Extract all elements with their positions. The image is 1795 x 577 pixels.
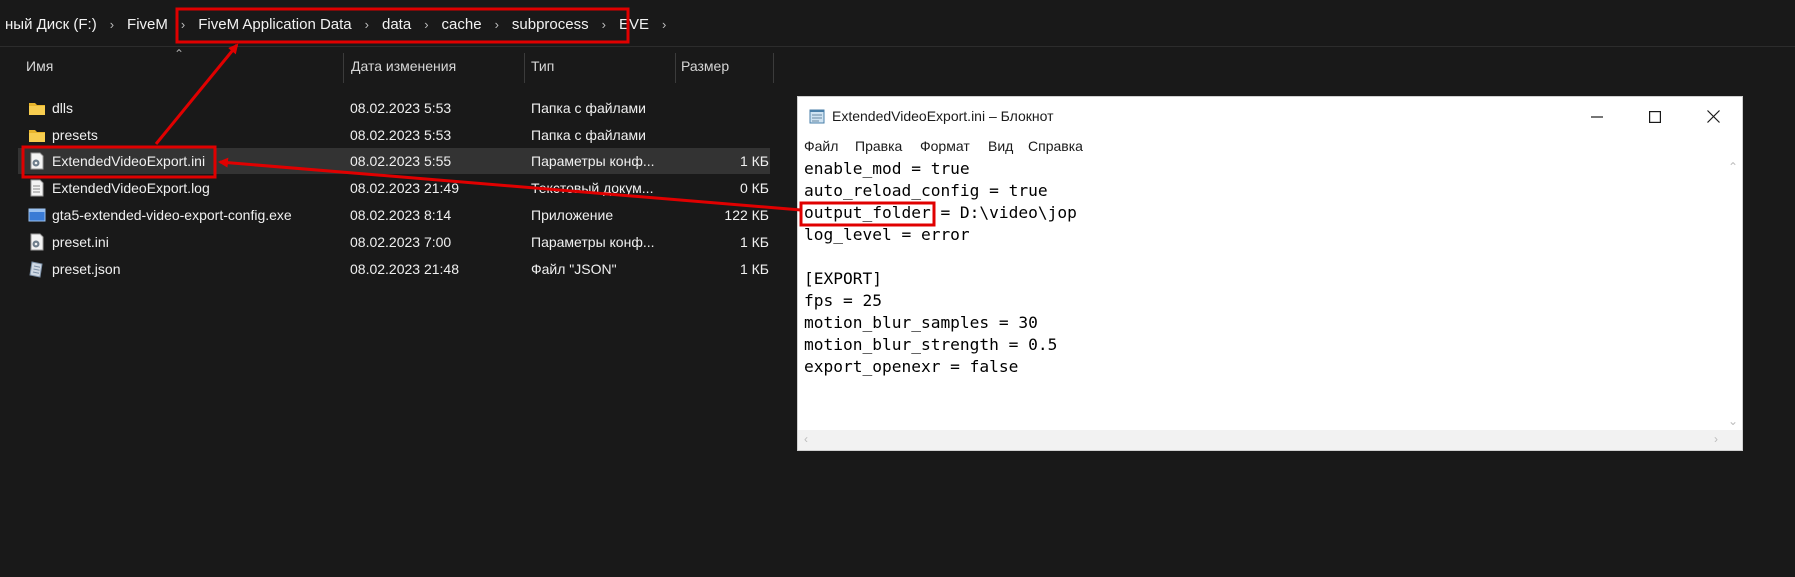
file-row[interactable]: preset.ini 08.02.2023 7:00 Параметры кон… (18, 229, 770, 255)
chevron-right-icon[interactable]: › (416, 17, 436, 32)
file-row[interactable]: gta5-extended-video-export-config.exe 08… (18, 202, 770, 228)
notepad-title: ExtendedVideoExport.ini – Блокнот (832, 108, 1054, 124)
scroll-left-icon[interactable]: ‹ (804, 432, 808, 446)
column-header-type-label: Тип (531, 58, 555, 74)
menu-file[interactable]: Файл (804, 138, 838, 154)
scroll-down-icon[interactable]: ⌄ (1728, 414, 1738, 428)
chevron-right-icon[interactable]: › (357, 17, 377, 32)
breadcrumb-subprocess[interactable]: subprocess (507, 16, 594, 33)
breadcrumb-fivem-application-data[interactable]: FiveM Application Data (193, 16, 356, 33)
file-date: 08.02.2023 5:53 (350, 100, 452, 116)
chevron-right-icon[interactable]: › (102, 17, 122, 32)
file-size: 1 КБ (739, 153, 769, 169)
menu-help[interactable]: Справка (1028, 138, 1083, 154)
file-row[interactable]: ExtendedVideoExport.log 08.02.2023 21:49… (18, 175, 770, 201)
breadcrumb-cache[interactable]: cache (437, 16, 487, 33)
file-name: preset.ini (52, 234, 109, 250)
file-date: 08.02.2023 7:00 (350, 234, 452, 250)
menu-view[interactable]: Вид (988, 138, 1013, 154)
column-header-size[interactable]: Размер (681, 47, 771, 85)
breadcrumb-eve[interactable]: EVE (614, 16, 654, 33)
maximize-icon (1649, 110, 1661, 123)
column-header-name[interactable]: Имя (26, 47, 340, 85)
file-name: gta5-extended-video-export-config.exe (52, 207, 292, 223)
file-row[interactable]: dlls 08.02.2023 5:53 Папка с файлами (18, 95, 770, 121)
column-divider[interactable] (343, 53, 344, 83)
vertical-scrollbar[interactable]: ⌃ ⌄ (1724, 158, 1742, 430)
folder-icon (29, 103, 45, 115)
menu-format[interactable]: Формат (920, 138, 970, 154)
notepad-text-area[interactable]: enable_mod = true auto_reload_config = t… (804, 158, 1719, 428)
column-header-size-label: Размер (681, 58, 730, 74)
chevron-right-icon[interactable]: › (487, 17, 507, 32)
file-row-selected[interactable]: ExtendedVideoExport.ini 08.02.2023 5:55 … (18, 148, 770, 174)
horizontal-scrollbar[interactable]: ‹ › (798, 430, 1742, 450)
scroll-right-icon[interactable]: › (1714, 432, 1718, 446)
breadcrumb-drive[interactable]: ный Диск (F:) (0, 16, 102, 33)
column-header-date[interactable]: Дата изменения (351, 47, 526, 85)
file-row[interactable]: presets 08.02.2023 5:53 Папка с файлами (18, 122, 770, 148)
file-type: Папка с файлами (531, 100, 646, 116)
file-type: Файл "JSON" (531, 261, 617, 277)
file-list: ⌃ Имя Дата изменения Тип Размер dlls 08.… (0, 47, 780, 577)
scroll-up-icon[interactable]: ⌃ (1728, 160, 1738, 174)
column-header-type[interactable]: Тип (531, 47, 671, 85)
file-row[interactable]: preset.json 08.02.2023 21:48 Файл "JSON"… (18, 256, 770, 282)
minimize-icon (1591, 115, 1603, 118)
notepad-titlebar[interactable]: ExtendedVideoExport.ini – Блокнот (798, 97, 1742, 136)
file-type: Папка с файлами (531, 127, 646, 143)
address-bar[interactable]: ный Диск (F:) › FiveM › FiveM Applicatio… (0, 0, 1795, 46)
settings-file-icon (30, 233, 44, 251)
file-type: Приложение (531, 207, 614, 223)
close-button[interactable] (1684, 97, 1742, 136)
file-size: 1 КБ (739, 234, 769, 250)
file-name: presets (52, 127, 98, 143)
file-date: 08.02.2023 21:49 (350, 180, 459, 196)
breadcrumb: ный Диск (F:) › FiveM › FiveM Applicatio… (0, 7, 674, 41)
column-header-date-label: Дата изменения (351, 58, 457, 74)
settings-file-icon (30, 152, 44, 170)
notepad-menubar: Файл Правка Формат Вид Справка (798, 136, 1742, 158)
app-icon (28, 208, 46, 222)
file-name: ExtendedVideoExport.log (52, 180, 210, 196)
column-divider[interactable] (773, 53, 774, 83)
folder-icon (29, 130, 45, 142)
json-file-icon (29, 261, 43, 278)
file-size: 122 КБ (724, 207, 769, 223)
file-date: 08.02.2023 5:53 (350, 127, 452, 143)
menu-edit[interactable]: Правка (855, 138, 902, 154)
file-name: ExtendedVideoExport.ini (52, 153, 206, 169)
notepad-window: ExtendedVideoExport.ini – Блокнот Файл П… (797, 96, 1743, 451)
column-divider[interactable] (675, 53, 676, 83)
file-date: 08.02.2023 5:55 (350, 153, 452, 169)
file-name: preset.json (52, 261, 121, 277)
file-date: 08.02.2023 21:48 (350, 261, 459, 277)
file-size: 1 КБ (739, 261, 769, 277)
column-header-name-label: Имя (26, 58, 54, 74)
column-divider[interactable] (524, 53, 525, 83)
notepad-icon (809, 109, 825, 124)
breadcrumb-data[interactable]: data (377, 16, 416, 33)
chevron-right-icon[interactable]: › (594, 17, 614, 32)
file-name: dlls (52, 100, 74, 116)
chevron-right-icon[interactable]: › (654, 17, 674, 32)
chevron-right-icon[interactable]: › (173, 17, 193, 32)
maximize-button[interactable] (1626, 97, 1684, 136)
minimize-button[interactable] (1568, 97, 1626, 136)
file-date: 08.02.2023 8:14 (350, 207, 452, 223)
close-icon (1706, 110, 1720, 123)
file-size: 0 КБ (739, 180, 769, 196)
text-file-icon (30, 179, 44, 197)
breadcrumb-fivem[interactable]: FiveM (122, 16, 173, 33)
